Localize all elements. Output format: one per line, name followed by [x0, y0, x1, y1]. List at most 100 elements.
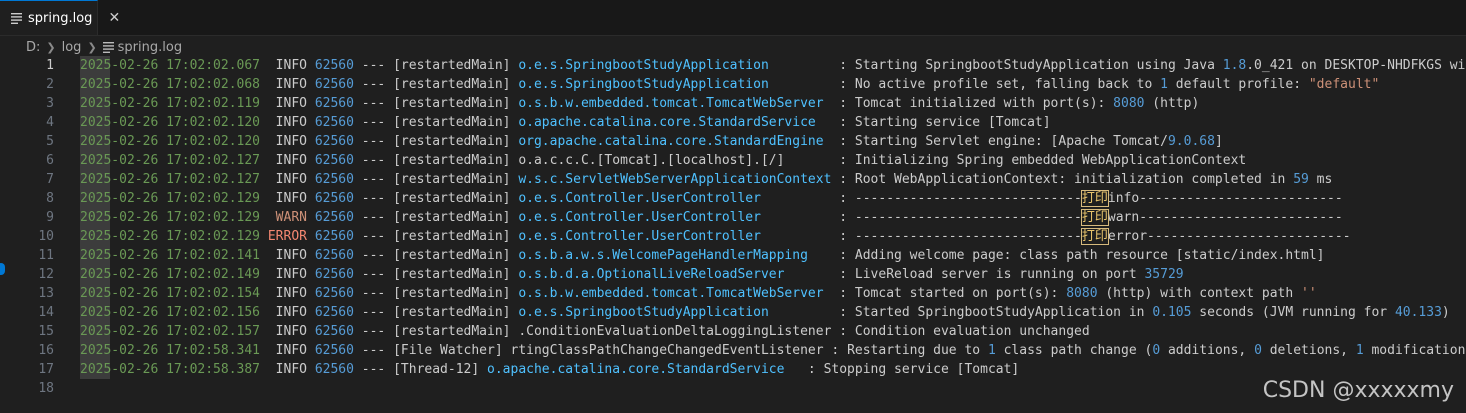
log-timestamp: 2025-02-26 17:02:02.129	[80, 191, 261, 206]
log-separator: ---	[361, 286, 386, 301]
log-text: 2025-02-26 17:02:02.120 INFO 62560 --- […	[80, 132, 1223, 151]
log-message: -----------------------------	[854, 210, 1082, 225]
line-number: 6	[46, 153, 54, 168]
log-line[interactable]: 9 2025-02-26 17:02:02.129 WARN 62560 --- …	[0, 208, 1466, 227]
log-line[interactable]: 4 2025-02-26 17:02:02.120 INFO 62560 --- …	[0, 113, 1466, 132]
log-text: 2025-02-26 17:02:02.156 INFO 62560 --- […	[80, 303, 1450, 322]
log-thread: [restartedMain]	[393, 58, 511, 73]
log-message-tail: warn--------------------------	[1107, 210, 1343, 225]
chevron-right-icon: ❯	[87, 40, 97, 54]
editor[interactable]: 1 2025-02-26 17:02:02.067 INFO 62560 --- …	[0, 56, 1466, 413]
log-thread: [restartedMain]	[393, 134, 511, 149]
log-line[interactable]: 2 2025-02-26 17:02:02.068 INFO 62560 --- …	[0, 75, 1466, 94]
line-number: 8	[46, 191, 54, 206]
log-line[interactable]: 15 2025-02-26 17:02:02.157 INFO 62560 ---…	[0, 322, 1466, 341]
log-line[interactable]: 8 2025-02-26 17:02:02.129 INFO 62560 --- …	[0, 189, 1466, 208]
tab-spring-log[interactable]: spring.log ✕	[0, 0, 120, 35]
log-line[interactable]: 6 2025-02-26 17:02:02.127 INFO 62560 --- …	[0, 151, 1466, 170]
log-message: Tomcat started on port(s): 8080 (http) w…	[854, 286, 1317, 301]
log-line[interactable]: 17 2025-02-26 17:02:58.387 INFO 62560 ---…	[0, 360, 1466, 379]
log-line[interactable]: 10 2025-02-26 17:02:02.129 ERROR 62560 --…	[0, 227, 1466, 246]
log-pid: 62560	[314, 210, 354, 225]
log-thread: [restartedMain]	[393, 229, 511, 244]
log-separator: ---	[361, 267, 386, 282]
log-text: 2025-02-26 17:02:02.129 ERROR 62560 --- …	[80, 227, 1351, 246]
log-colon: :	[839, 267, 848, 282]
watermark: CSDN @xxxxxmy	[1262, 378, 1454, 403]
log-thread: [File Watcher]	[393, 343, 503, 358]
log-colon: :	[839, 153, 848, 168]
tab-bar: spring.log ✕	[0, 0, 1466, 36]
line-number: 13	[38, 286, 54, 301]
log-thread: [restartedMain]	[393, 324, 511, 339]
log-separator: ---	[361, 248, 386, 263]
log-logger: o.s.b.d.a.OptionalLiveReloadServer	[518, 267, 832, 282]
log-line[interactable]: 12 2025-02-26 17:02:02.149 INFO 62560 ---…	[0, 265, 1466, 284]
log-line[interactable]: 1 2025-02-26 17:02:02.067 INFO 62560 --- …	[0, 56, 1466, 75]
log-separator: ---	[361, 172, 386, 187]
log-level: INFO	[275, 153, 307, 168]
chevron-right-icon: ❯	[46, 40, 56, 54]
log-separator: ---	[361, 305, 386, 320]
log-level: INFO	[275, 96, 307, 111]
lines-file-icon	[11, 13, 22, 24]
log-colon: :	[839, 191, 848, 206]
log-logger: o.s.b.a.w.s.WelcomePageHandlerMapping	[518, 248, 832, 263]
line-number: 10	[38, 229, 54, 244]
log-thread: [restartedMain]	[393, 286, 511, 301]
log-level: INFO	[275, 172, 307, 187]
log-colon: :	[839, 58, 848, 73]
log-colon: :	[839, 229, 848, 244]
log-text: 2025-02-26 17:02:02.129 INFO 62560 --- […	[80, 189, 1343, 208]
breadcrumb-file[interactable]: spring.log	[118, 40, 182, 55]
log-pid: 62560	[314, 362, 354, 377]
log-logger: w.s.c.ServletWebServerApplicationContext	[518, 172, 832, 187]
line-number: 7	[46, 172, 54, 187]
log-line[interactable]: 5 2025-02-26 17:02:02.120 INFO 62560 --- …	[0, 132, 1466, 151]
log-colon: :	[831, 343, 840, 358]
breadcrumb-drive[interactable]: D:	[26, 40, 40, 55]
log-level: INFO	[275, 58, 307, 73]
log-line[interactable]: 3 2025-02-26 17:02:02.119 INFO 62560 --- …	[0, 94, 1466, 113]
log-message: -----------------------------	[854, 229, 1082, 244]
log-message: Root WebApplicationContext: initializati…	[854, 172, 1333, 187]
close-icon[interactable]: ✕	[108, 10, 120, 26]
log-level: INFO	[275, 267, 307, 282]
log-timestamp: 2025-02-26 17:02:58.387	[80, 362, 261, 377]
log-line[interactable]: 14 2025-02-26 17:02:02.156 INFO 62560 ---…	[0, 303, 1466, 322]
log-separator: ---	[361, 362, 386, 377]
log-pid: 62560	[314, 115, 354, 130]
highlighted-chars: 打印	[1080, 228, 1109, 245]
breadcrumb-folder[interactable]: log	[62, 40, 82, 55]
log-timestamp: 2025-02-26 17:02:58.341	[80, 343, 261, 358]
log-pid: 62560	[314, 172, 354, 187]
log-separator: ---	[361, 324, 386, 339]
log-line[interactable]: 11 2025-02-26 17:02:02.141 INFO 62560 ---…	[0, 246, 1466, 265]
log-pid: 62560	[314, 324, 354, 339]
log-colon: :	[839, 210, 848, 225]
log-colon: :	[839, 115, 848, 130]
log-logger: o.s.b.w.embedded.tomcat.TomcatWebServer	[518, 96, 832, 111]
log-thread: [restartedMain]	[393, 267, 511, 282]
log-thread: [restartedMain]	[393, 172, 511, 187]
log-logger: org.apache.catalina.core.StandardEngine	[518, 134, 832, 149]
log-text: 2025-02-26 17:02:58.387 INFO 62560 --- […	[80, 360, 1019, 379]
log-logger: o.s.b.w.embedded.tomcat.TomcatWebServer	[518, 286, 832, 301]
log-line[interactable]: 13 2025-02-26 17:02:02.154 INFO 62560 ---…	[0, 284, 1466, 303]
log-line[interactable]: 16 2025-02-26 17:02:58.341 INFO 62560 ---…	[0, 341, 1466, 360]
log-pid: 62560	[314, 305, 354, 320]
log-pid: 62560	[314, 343, 354, 358]
log-level: INFO	[275, 324, 307, 339]
log-text: 2025-02-26 17:02:02.067 INFO 62560 --- […	[80, 56, 1466, 75]
line-number: 16	[38, 343, 54, 358]
log-thread: [restartedMain]	[393, 191, 511, 206]
log-timestamp: 2025-02-26 17:02:02.129	[80, 229, 261, 244]
log-text: 2025-02-26 17:02:02.149 INFO 62560 --- […	[80, 265, 1184, 284]
log-line[interactable]: 7 2025-02-26 17:02:02.127 INFO 62560 --- …	[0, 170, 1466, 189]
log-line[interactable]: 18	[0, 379, 1466, 398]
line-number: 12	[38, 267, 54, 282]
line-number: 9	[46, 210, 54, 225]
log-timestamp: 2025-02-26 17:02:02.120	[80, 134, 261, 149]
log-message-tail: info--------------------------	[1107, 191, 1343, 206]
log-pid: 62560	[314, 191, 354, 206]
